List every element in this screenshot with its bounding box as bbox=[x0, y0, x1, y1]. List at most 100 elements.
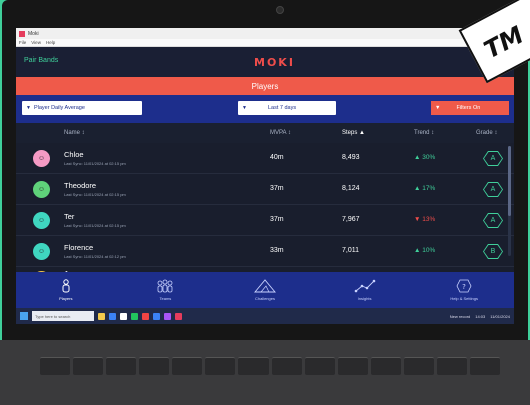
nav-label: Help & Settings bbox=[450, 296, 478, 301]
app-icon[interactable] bbox=[164, 312, 171, 320]
table-row[interactable]: ☺ Florence Last Sync: 11/01/2024 at 02:1… bbox=[16, 236, 514, 267]
mvpa-value: 33m bbox=[270, 247, 284, 254]
menubar: File View Help bbox=[16, 39, 514, 47]
mvpa-value: 37m bbox=[270, 185, 284, 192]
app-icon[interactable] bbox=[131, 312, 138, 320]
avatar: ☺ bbox=[33, 212, 50, 229]
keyboard-row bbox=[40, 357, 501, 375]
system-tray: New record 14:03 11/01/2024 bbox=[450, 314, 514, 319]
menu-help[interactable]: Help bbox=[46, 40, 55, 45]
nav-label: Players bbox=[59, 296, 73, 301]
steps-value: 7,011 bbox=[342, 247, 359, 254]
insights-icon bbox=[354, 279, 375, 293]
mvpa-value: 37m bbox=[270, 216, 284, 223]
nav-label: Teams bbox=[159, 296, 172, 301]
player-icon bbox=[62, 279, 70, 293]
nav-teams[interactable]: Teams bbox=[116, 272, 216, 308]
trend-value: ▲ 17% bbox=[414, 185, 436, 192]
mail-icon[interactable] bbox=[153, 312, 160, 320]
avatar: ☺ bbox=[33, 243, 50, 260]
nav-challenges[interactable]: Challenges bbox=[215, 272, 315, 308]
edge-icon[interactable] bbox=[109, 312, 116, 320]
help-icon: ? bbox=[456, 279, 472, 293]
menu-file[interactable]: File bbox=[19, 40, 26, 45]
player-name: Theodore bbox=[64, 181, 97, 190]
key bbox=[370, 357, 401, 375]
key bbox=[337, 357, 368, 375]
filters-label: Filters On bbox=[456, 105, 481, 111]
trend-value: ▼ 13% bbox=[414, 216, 436, 223]
clock-date[interactable]: 11/01/2024 bbox=[490, 314, 510, 319]
steps-value: 7,967 bbox=[342, 216, 360, 223]
avatar: ☺ bbox=[33, 150, 50, 167]
nav-help[interactable]: ? Help & Settings bbox=[414, 272, 514, 308]
moki-taskbar-icon[interactable] bbox=[175, 312, 182, 320]
key bbox=[106, 357, 137, 375]
key bbox=[436, 357, 468, 375]
key bbox=[40, 357, 71, 375]
key bbox=[205, 357, 236, 375]
nav-label: Insights bbox=[357, 296, 372, 301]
window-title: Moki bbox=[28, 30, 39, 37]
table-row[interactable]: ☺ Chloe Last Sync: 11/01/2024 at 02:15 p… bbox=[16, 143, 514, 174]
store-icon[interactable] bbox=[120, 312, 127, 320]
windows-start-icon[interactable] bbox=[20, 312, 28, 320]
last-sync: Last Sync: 11/01/2024 at 02:12 pm bbox=[64, 254, 126, 259]
chevron-down-icon: ▼ bbox=[26, 105, 31, 111]
table-row[interactable]: ☺ Theodore Last Sync: 11/01/2024 at 02:1… bbox=[16, 174, 514, 205]
key bbox=[172, 357, 203, 375]
trend-value: ▲ 30% bbox=[414, 154, 436, 161]
trend-value: ▲ 10% bbox=[414, 247, 436, 254]
moki-logo: MOKI bbox=[254, 56, 295, 69]
menu-view[interactable]: View bbox=[31, 40, 41, 45]
scrollbar[interactable] bbox=[508, 146, 511, 256]
col-name[interactable]: Name ↕ bbox=[64, 130, 85, 136]
windows-taskbar: Type here to search New record 14:03 11/… bbox=[16, 308, 514, 324]
col-steps[interactable]: Steps ▲ bbox=[342, 130, 365, 136]
chevron-down-icon: ▼ bbox=[435, 105, 441, 111]
last-sync: Last Sync: 11/01/2024 at 02:15 pm bbox=[64, 223, 126, 228]
metric-dropdown[interactable]: ▼ Player Daily Average bbox=[22, 101, 142, 115]
avatar: ☺ bbox=[33, 181, 50, 198]
col-trend[interactable]: Trend ↕ bbox=[414, 130, 434, 136]
svg-text:?: ? bbox=[462, 283, 466, 291]
folder-icon[interactable] bbox=[98, 312, 105, 320]
key bbox=[470, 357, 501, 375]
webcam bbox=[276, 6, 284, 14]
range-value: Last 7 days bbox=[267, 105, 297, 111]
key bbox=[238, 357, 269, 375]
chevron-down-icon: ▼ bbox=[242, 105, 247, 111]
last-sync: Last Sync: 11/01/2024 at 02:15 pm bbox=[64, 161, 126, 166]
player-name: Florence bbox=[64, 243, 94, 252]
player-list: ☺ Chloe Last Sync: 11/01/2024 at 02:15 p… bbox=[16, 143, 514, 281]
metric-value: Player Daily Average bbox=[33, 105, 85, 111]
key bbox=[271, 357, 302, 375]
pair-bands-link[interactable]: Pair Bands bbox=[24, 57, 58, 64]
nav-players[interactable]: Players bbox=[16, 272, 116, 308]
filters-button[interactable]: ▼ Filters On bbox=[431, 101, 509, 115]
news-widget[interactable]: New record bbox=[450, 314, 470, 319]
filter-bar: ▼ Player Daily Average ▼ Last 7 days ▼ F… bbox=[16, 95, 514, 123]
player-name: Chloe bbox=[64, 150, 84, 159]
col-mvpa[interactable]: MVPA ↕ bbox=[270, 130, 291, 136]
taskbar-search[interactable]: Type here to search bbox=[32, 311, 94, 321]
steps-value: 8,493 bbox=[342, 154, 360, 161]
app-header: Pair Bands MOKI bbox=[16, 47, 514, 77]
app-icon[interactable] bbox=[142, 312, 149, 320]
steps-value: 8,124 bbox=[342, 185, 360, 192]
mountain-icon bbox=[254, 279, 276, 293]
key bbox=[403, 357, 434, 375]
nav-insights[interactable]: Insights bbox=[315, 272, 415, 308]
teams-icon bbox=[157, 279, 173, 293]
app-icon bbox=[19, 30, 25, 37]
mvpa-value: 40m bbox=[270, 154, 284, 161]
section-title: Players bbox=[16, 77, 514, 95]
key bbox=[304, 357, 335, 375]
key bbox=[73, 357, 104, 375]
nav-label: Challenges bbox=[254, 296, 275, 301]
range-dropdown[interactable]: ▼ Last 7 days bbox=[238, 101, 336, 115]
col-grade[interactable]: Grade ↕ bbox=[476, 130, 497, 136]
clock-time[interactable]: 14:03 bbox=[475, 314, 485, 319]
table-row[interactable]: ☺ Ter Last Sync: 11/01/2024 at 02:15 pm … bbox=[16, 205, 514, 236]
scrollbar-thumb[interactable] bbox=[508, 146, 511, 216]
